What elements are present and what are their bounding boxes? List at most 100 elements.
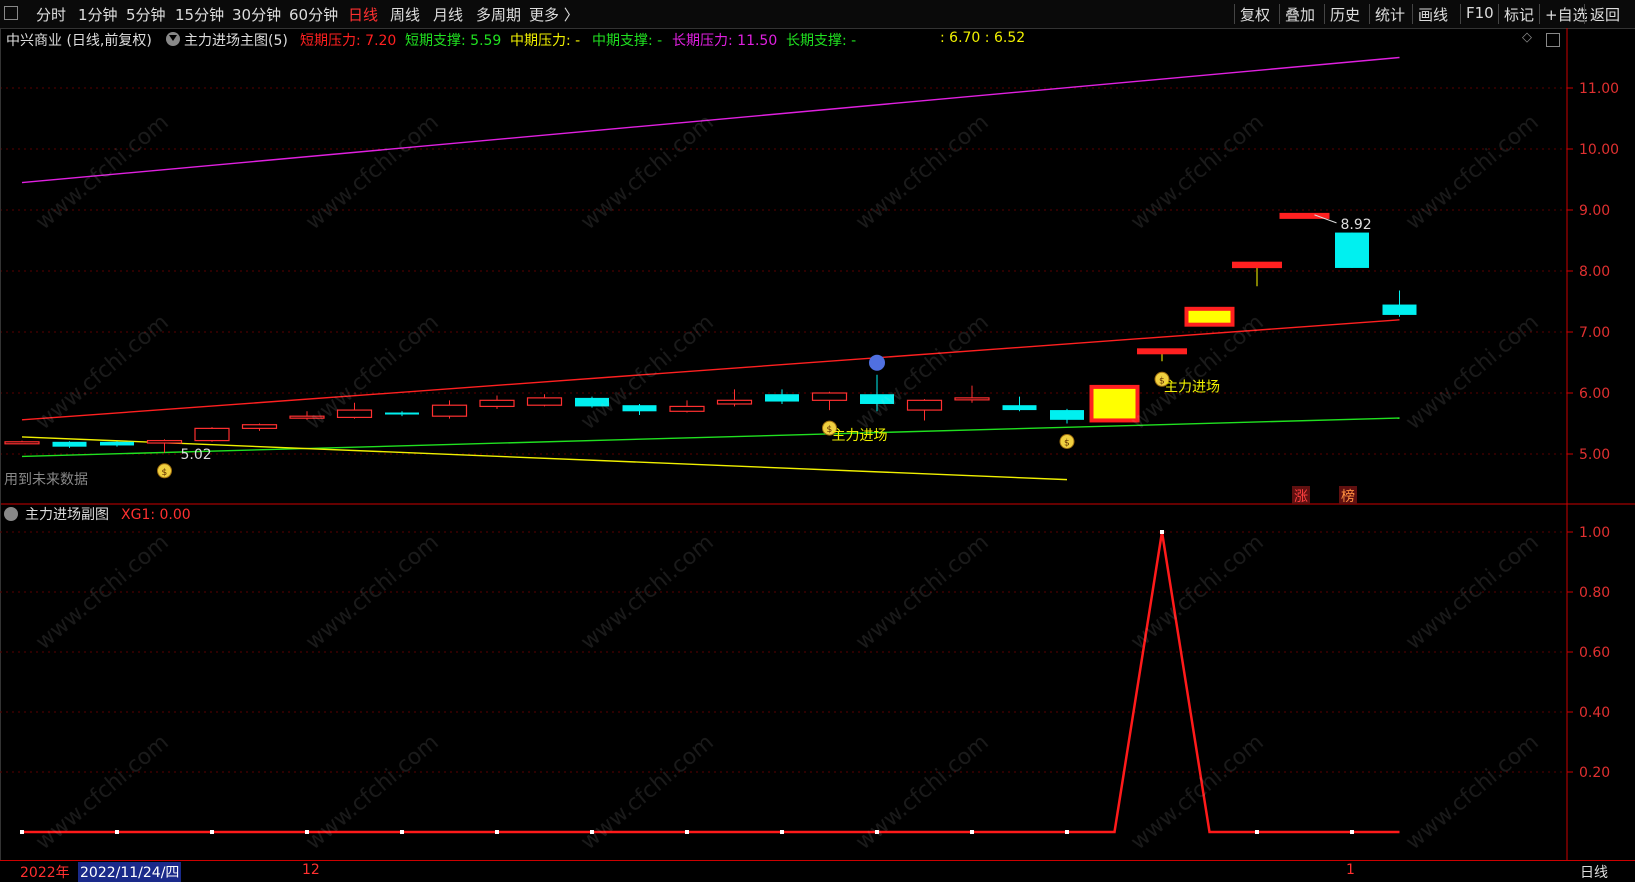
candle[interactable]: [954, 385, 990, 403]
candle[interactable]: [1232, 261, 1282, 287]
cursor-date: 2022/11/24/四: [78, 862, 182, 882]
candle[interactable]: [385, 411, 419, 417]
toolbar-separator: [1324, 4, 1325, 24]
toolbar-separator: [1234, 4, 1235, 24]
sub-indicator-value: XG1: 0.00: [121, 507, 191, 523]
toolbar-button-1[interactable]: 叠加: [1285, 4, 1315, 25]
xg1-point: [210, 830, 214, 834]
candle[interactable]: [100, 441, 134, 447]
candle[interactable]: [1137, 348, 1187, 362]
candle[interactable]: [479, 395, 515, 409]
candle[interactable]: [811, 391, 848, 411]
xg1-point: [1255, 830, 1259, 834]
candle[interactable]: [194, 427, 230, 442]
y-tick-label: 11.00: [1579, 81, 1619, 97]
period-tab-0[interactable]: 分时: [36, 4, 66, 25]
toolbar-button-0[interactable]: 复权: [1240, 4, 1270, 25]
candle[interactable]: [431, 400, 468, 419]
period-label[interactable]: 日线: [1580, 862, 1608, 882]
period-tab-3[interactable]: 15分钟: [175, 4, 224, 25]
toolbar-separator: [1460, 4, 1461, 24]
toolbar-button-8[interactable]: 返回: [1590, 4, 1620, 25]
candle[interactable]: [1184, 306, 1235, 327]
xg1-point: [400, 830, 404, 834]
candle[interactable]: [716, 389, 753, 407]
candle[interactable]: [1050, 408, 1084, 424]
date-axis: 2022年 2022/11/24/四 12 1 日线: [0, 860, 1635, 882]
sub-indicator-name[interactable]: 主力进场副图: [25, 507, 109, 523]
candle-body-up: [431, 404, 468, 417]
toolbar-button-5[interactable]: F10: [1466, 4, 1494, 22]
period-tab-2[interactable]: 5分钟: [126, 4, 166, 25]
candle-body-up: [146, 439, 183, 444]
sub-y-tick-label: 0.60: [1579, 645, 1610, 661]
bag-glyph: $: [162, 468, 168, 478]
future-data-note: 用到未来数据: [4, 472, 88, 488]
low-label: 5.02: [181, 447, 212, 463]
year-label: 2022年: [20, 865, 70, 881]
period-tab-1[interactable]: 1分钟: [78, 4, 118, 25]
candle[interactable]: [765, 389, 799, 404]
candle[interactable]: [906, 399, 943, 421]
month-12-label: 12: [302, 862, 320, 878]
sub-indicator-dropdown-icon[interactable]: [4, 507, 18, 521]
y-tick-label: 7.00: [1579, 325, 1610, 341]
candle-body-down: [1002, 405, 1037, 411]
sub-y-tick-label: 0.20: [1579, 765, 1610, 781]
xg1-point: [780, 830, 784, 834]
candle[interactable]: [1382, 290, 1417, 317]
candle-body-up: [669, 405, 705, 412]
candle[interactable]: [1335, 232, 1369, 268]
chart-area[interactable]: 11.00 10.00 9.00 8.00 7.00 6.00 5.00 8.92 5.02 $ $…: [0, 28, 1635, 860]
candle-body-up: [716, 399, 753, 405]
month-1-label: 1: [1346, 862, 1355, 878]
period-tab-7[interactable]: 周线: [390, 4, 420, 25]
signal-label: 主力进场: [832, 428, 888, 444]
money-bag-icon: $: [157, 463, 172, 479]
candle-body-up: [526, 397, 563, 406]
toolbar-button-4[interactable]: 画线: [1418, 4, 1448, 25]
period-tab-10[interactable]: 更多 〉: [529, 4, 579, 25]
period-tab-9[interactable]: 多周期: [476, 4, 521, 25]
xg1-point: [1350, 830, 1354, 834]
sub-y-tick-label: 0.40: [1579, 705, 1610, 721]
high-label: 8.92: [1341, 217, 1372, 233]
y-tick-label: 10.00: [1579, 142, 1619, 158]
candle-body-down: [385, 412, 419, 415]
candle[interactable]: [52, 441, 87, 448]
period-tab-4[interactable]: 30分钟: [232, 4, 281, 25]
candle-body-up: [954, 397, 990, 401]
candle-body-up: [479, 399, 515, 408]
candle[interactable]: [241, 423, 278, 431]
toolbar-button-7[interactable]: +自选: [1545, 4, 1588, 25]
period-tab-6[interactable]: 日线: [348, 4, 378, 25]
period-tab-8[interactable]: 月线: [433, 4, 463, 25]
xg1-point: [20, 830, 24, 834]
candle-body-up: [811, 392, 848, 401]
candle-body-up: [241, 424, 278, 429]
candle-body-limit: [1232, 261, 1282, 269]
period-tab-5[interactable]: 60分钟: [289, 4, 338, 25]
y-tick-label: 6.00: [1579, 386, 1610, 402]
sad-face-icon: [869, 354, 885, 371]
y-tick-label: 8.00: [1579, 264, 1610, 280]
window-menu-icon[interactable]: [4, 6, 18, 20]
candle[interactable]: [146, 439, 183, 453]
candle[interactable]: [4, 440, 40, 445]
candle[interactable]: [622, 403, 657, 415]
candle-body-up: [194, 427, 230, 442]
badge-label: 榜: [1341, 488, 1355, 505]
xg1-point: [685, 830, 689, 834]
candle[interactable]: [669, 400, 705, 413]
sub-y-tick-label: 0.80: [1579, 585, 1610, 601]
candle[interactable]: [1002, 396, 1037, 412]
toolbar-separator: [1412, 4, 1413, 24]
xg1-point: [115, 830, 119, 834]
xg1-point: [495, 830, 499, 834]
badge-label: 涨: [1294, 489, 1308, 505]
toolbar-button-6[interactable]: 标记: [1504, 4, 1534, 25]
candle[interactable]: [526, 394, 563, 407]
toolbar-button-3[interactable]: 统计: [1375, 4, 1405, 25]
toolbar-button-2[interactable]: 历史: [1330, 4, 1360, 25]
toolbar-separator: [1539, 4, 1540, 24]
